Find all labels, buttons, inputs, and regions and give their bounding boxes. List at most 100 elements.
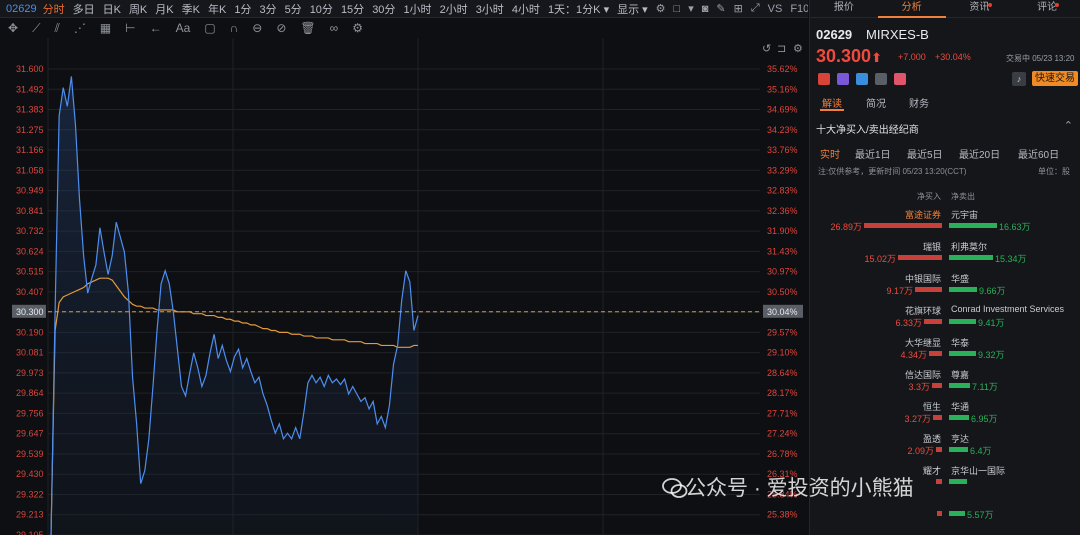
timeframe-tab[interactable]: 年K xyxy=(208,1,226,17)
delete-icon[interactable]: 🗑 xyxy=(300,21,315,35)
timeframe-tab[interactable]: 日K xyxy=(103,1,121,17)
timeframe-tab[interactable]: 3小时 xyxy=(476,1,504,17)
panel-tab[interactable]: 分析 xyxy=(877,0,946,18)
chevron-down-icon[interactable]: ▾ xyxy=(688,2,694,15)
broker-sell-name[interactable]: 京华山一国际 xyxy=(951,464,1005,477)
net-buy-value: 15.02万 xyxy=(864,254,896,264)
stock-code: 02629 xyxy=(816,27,853,42)
panel-tab-label: 资讯 xyxy=(969,2,990,13)
timeframe-tab[interactable]: 1分 xyxy=(234,1,251,17)
subtab-interpret[interactable]: 解读 xyxy=(822,95,842,110)
pct-tick-label: 29.57% xyxy=(767,327,798,337)
sub-tabs: 解读 简况 财务 xyxy=(810,95,1080,111)
pct-tick-label: 29.10% xyxy=(767,348,798,358)
timeframe-tab[interactable]: 多日 xyxy=(73,1,95,17)
broker-buy-name[interactable]: 耀才 xyxy=(923,464,941,477)
subtab-profile[interactable]: 简况 xyxy=(866,95,886,110)
pattern-tool-icon[interactable]: ⋰ xyxy=(74,21,86,35)
panel-tab[interactable]: 报价 xyxy=(810,0,878,17)
panel-tab[interactable]: 资讯 xyxy=(946,0,1014,17)
intraday-chart[interactable]: 31.600 31.492 31.383 31.275 31.166 31.058 30.9… xyxy=(0,38,808,535)
net-sell-value: 7.11万 xyxy=(972,382,998,392)
timeframe-tab[interactable]: 月K xyxy=(155,1,173,17)
collapse-chevron-icon[interactable]: ⌃ xyxy=(1064,119,1073,132)
timeframe-tab[interactable]: 3分 xyxy=(259,1,276,17)
timeframe-tab[interactable]: 10分 xyxy=(310,1,333,17)
flash-tag-icon[interactable] xyxy=(837,73,849,85)
broker-sell-name[interactable]: 尊嘉 xyxy=(951,368,969,381)
broker-sell-name[interactable]: Conrad Investment Services xyxy=(951,304,1064,314)
color-square-icon[interactable]: □ xyxy=(674,3,681,15)
net-buy-bar xyxy=(929,351,942,356)
bell-icon[interactable]: ♪ xyxy=(1012,72,1026,86)
draw-settings-icon[interactable]: ⚙ xyxy=(352,21,363,35)
channel-tool-icon[interactable]: ⫽ xyxy=(54,21,59,36)
price-tick-label: 29.647 xyxy=(16,429,44,439)
brush-tool-icon[interactable]: ▢ xyxy=(204,21,215,35)
pen-icon[interactable]: ✎ xyxy=(716,2,725,15)
broker-sell-name[interactable]: 元宇宙 xyxy=(951,208,978,221)
pct-tick-label: 31.43% xyxy=(767,246,798,256)
quick-trade-button[interactable]: 快速交易 xyxy=(1032,71,1078,86)
net-buy-bar xyxy=(933,415,942,420)
timeframe-tab[interactable]: 15分 xyxy=(341,1,364,17)
period-20d[interactable]: 最近20日 xyxy=(959,146,1000,161)
heart-tag-icon[interactable] xyxy=(894,73,906,85)
line-tool-icon[interactable]: ⟋ xyxy=(32,21,40,36)
diamond-tag-icon[interactable] xyxy=(856,73,868,85)
timeframe-tab[interactable]: 30分 xyxy=(372,1,395,17)
broker-sell-name[interactable]: 华盛 xyxy=(951,272,969,285)
net-buy-bar xyxy=(936,447,942,452)
price-area xyxy=(51,76,418,535)
net-sell-value: 6.95万 xyxy=(971,414,998,424)
vs-button[interactable]: VS xyxy=(768,3,783,15)
timeframe-tab[interactable]: 周K xyxy=(129,1,147,17)
interval-dropdown[interactable]: 1天：1分K ▾ xyxy=(548,1,609,17)
broker-sell-name[interactable]: 亨达 xyxy=(951,432,969,445)
hide-icon[interactable]: ⊘ xyxy=(276,21,286,35)
f10-button[interactable]: F10 xyxy=(790,3,808,15)
link-icon[interactable]: ∞ xyxy=(330,21,339,35)
expand-icon[interactable]: ⤢ xyxy=(751,2,760,15)
doc-tag-icon[interactable] xyxy=(875,73,887,85)
timeframe-tab[interactable]: 2小时 xyxy=(440,1,468,17)
timeframe-tab[interactable]: 分时 xyxy=(43,1,65,17)
price-tick-label: 29.539 xyxy=(16,449,44,459)
pct-tick-label: 35.62% xyxy=(767,64,798,74)
price-tick-label: 30.407 xyxy=(16,287,44,297)
arrow-tool-icon[interactable]: ← xyxy=(150,21,162,35)
lock-icon[interactable]: ⊖ xyxy=(252,21,262,35)
timeframe-tab[interactable]: 4小时 xyxy=(512,1,540,17)
timeframe-tab[interactable]: 季K xyxy=(182,1,200,17)
pct-tick-label: 32.83% xyxy=(767,186,798,196)
net-sell-bar xyxy=(949,511,965,516)
pct-tick-label: 32.36% xyxy=(767,206,798,216)
toolbar-stock-code[interactable]: 02629 xyxy=(6,3,37,15)
grid-icon[interactable]: ⊞ xyxy=(734,2,743,15)
timeframe-tab[interactable]: 1小时 xyxy=(403,1,431,17)
magnet-icon[interactable]: ∩ xyxy=(230,21,239,35)
range-tool-icon[interactable]: ⊢ xyxy=(125,21,135,35)
panel-tab[interactable]: 评论 xyxy=(1013,0,1080,17)
period-1d[interactable]: 最近1日 xyxy=(855,146,891,161)
period-60d[interactable]: 最近60日 xyxy=(1018,146,1059,161)
broker-sell-name[interactable]: 华泰 xyxy=(951,336,969,349)
right-panel: 报价 分析 资讯 评论 02629 MIRXES-B 30.300⬆ +7.000 +… xyxy=(809,0,1080,535)
timeframe-tab[interactable]: 5分 xyxy=(285,1,302,17)
star-tag-icon[interactable] xyxy=(818,73,830,85)
text-tool-icon[interactable]: Aa xyxy=(176,21,191,35)
crosshair-icon[interactable]: ✥ xyxy=(8,21,18,35)
display-dropdown[interactable]: 显示 ▾ xyxy=(617,1,648,17)
broker-buy-name[interactable]: 富途证券 xyxy=(905,208,941,221)
measure-tool-icon[interactable]: ▦ xyxy=(100,21,111,35)
subtab-finance[interactable]: 财务 xyxy=(909,95,929,110)
settings-icon[interactable]: ⚙ xyxy=(656,2,666,15)
broker-buy-name[interactable]: 瑞银 xyxy=(923,240,941,253)
net-buy-bar xyxy=(915,287,942,292)
period-realtime[interactable]: 实时 xyxy=(820,146,840,161)
broker-sell-name[interactable]: 利弗莫尔 xyxy=(951,240,987,253)
broker-sell-name[interactable]: 华通 xyxy=(951,400,969,413)
camera-icon[interactable]: ◙ xyxy=(702,3,709,15)
price-tick-label: 29.213 xyxy=(16,510,44,520)
period-5d[interactable]: 最近5日 xyxy=(907,146,943,161)
